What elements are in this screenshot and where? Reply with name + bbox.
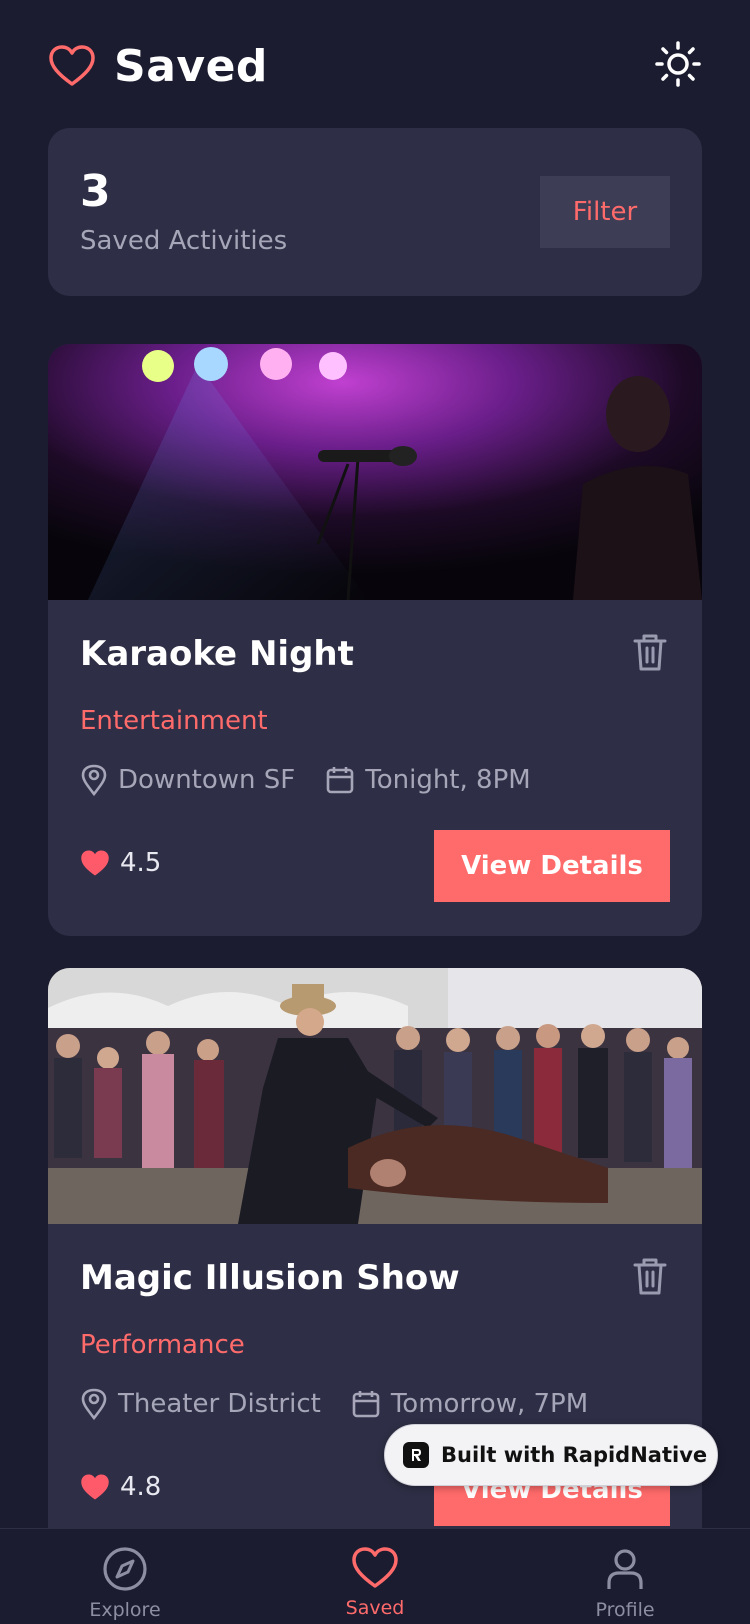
location-pin-icon (81, 1388, 107, 1420)
tab-label: Saved (345, 1597, 405, 1619)
heart-icon (352, 1547, 398, 1588)
activity-meta: Downtown SF Tonight, 8PM (80, 764, 531, 796)
calendar-icon (326, 767, 354, 794)
tab-label: Profile (595, 1599, 655, 1621)
person-icon (607, 1549, 643, 1589)
activity-meta: Theater District Tomorrow, 7PM (80, 1388, 588, 1420)
bottom-tab-bar: Explore Saved Profile (0, 1528, 750, 1624)
heart-outline-icon (49, 45, 95, 86)
tab-saved[interactable]: Saved (295, 1545, 455, 1619)
heart-filled-icon (81, 850, 109, 876)
activity-category: Entertainment (80, 706, 268, 736)
rapidnative-logo-icon (403, 1442, 429, 1468)
built-with-badge[interactable]: Built with RapidNative (384, 1424, 718, 1486)
sun-icon[interactable] (654, 40, 702, 88)
view-details-button[interactable]: View Details (434, 830, 670, 902)
saved-screen: Saved 3 Saved Activities Filter Karaoke … (0, 0, 750, 1624)
tab-explore[interactable]: Explore (45, 1545, 205, 1621)
activity-rating: 4.5 (80, 848, 161, 878)
tab-profile[interactable]: Profile (545, 1545, 705, 1621)
activity-time: Tomorrow, 7PM (390, 1389, 589, 1419)
saved-count-label: Saved Activities (80, 226, 288, 256)
activity-rating: 4.8 (80, 1472, 161, 1502)
activity-location: Theater District (118, 1389, 321, 1419)
location-pin-icon (81, 764, 107, 796)
activity-category: Performance (80, 1330, 245, 1360)
tab-label: Explore (89, 1599, 161, 1621)
heart-filled-icon (81, 1474, 109, 1500)
activity-card: Karaoke Night Entertainment Downtown SF (48, 344, 702, 936)
activity-location: Downtown SF (118, 765, 296, 795)
saved-count: 3 (80, 166, 111, 217)
rating-value: 4.8 (120, 1472, 162, 1502)
activity-title: Karaoke Night (80, 634, 354, 674)
page-title: Saved (114, 40, 268, 92)
rating-value: 4.5 (120, 848, 162, 878)
activity-title: Magic Illusion Show (80, 1258, 460, 1298)
saved-stats-card: 3 Saved Activities Filter (48, 128, 702, 296)
activity-image-karaoke (48, 344, 702, 600)
trash-icon[interactable] (632, 632, 668, 672)
activity-time: Tonight, 8PM (365, 765, 531, 795)
built-with-text: Built with RapidNative (441, 1443, 708, 1467)
compass-icon (103, 1547, 147, 1591)
activity-image-magic-show (48, 968, 702, 1224)
trash-icon[interactable] (632, 1256, 668, 1296)
header: Saved (48, 38, 702, 94)
filter-button[interactable]: Filter (540, 176, 670, 248)
calendar-icon (352, 1391, 380, 1418)
